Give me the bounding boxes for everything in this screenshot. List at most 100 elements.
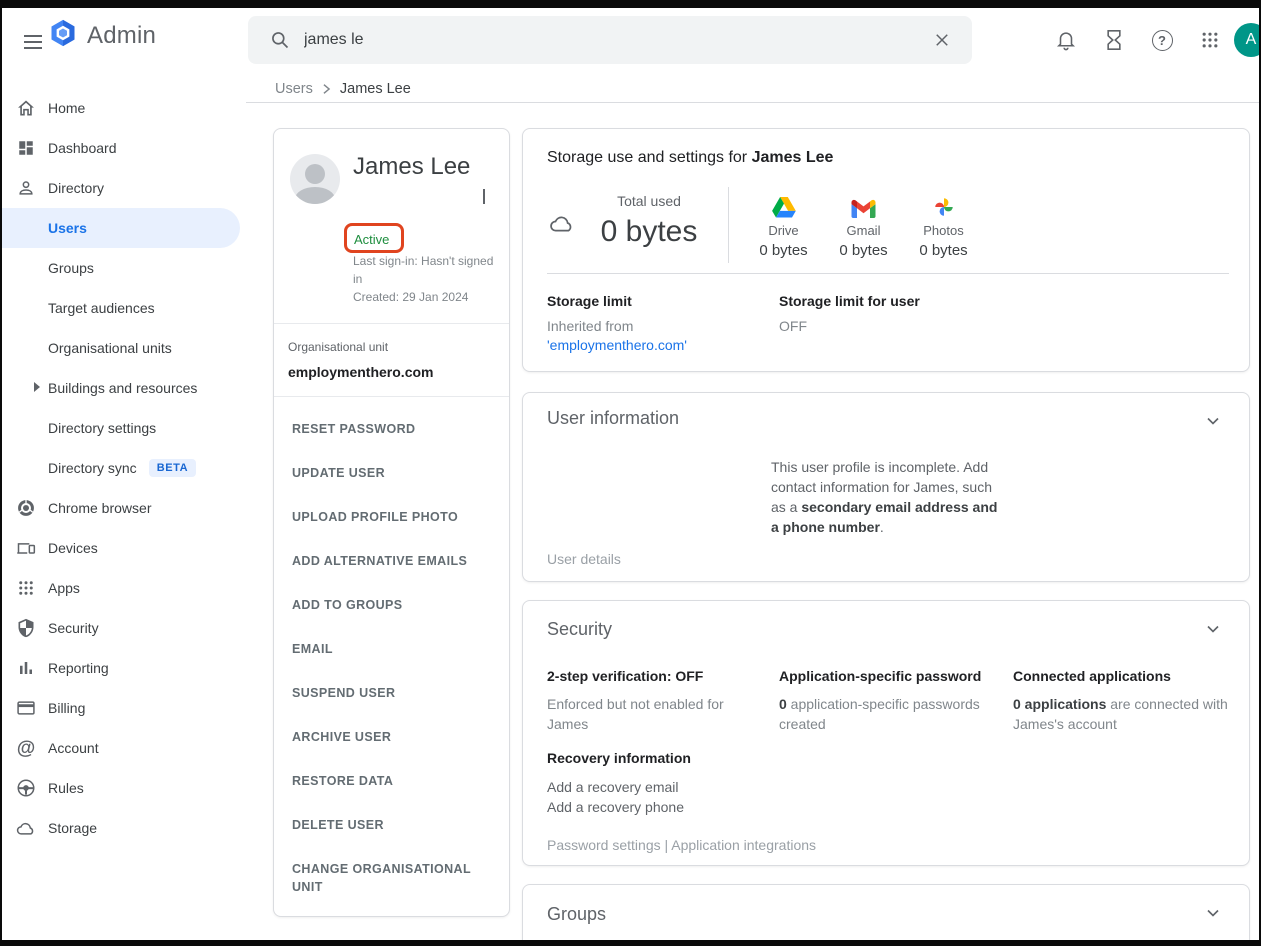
search-input[interactable] <box>304 31 922 49</box>
divider <box>547 273 1229 274</box>
total-used-label: Total used <box>581 193 717 209</box>
bar-chart-icon <box>16 658 36 678</box>
photos-icon <box>909 191 978 219</box>
sidebar-item-billing[interactable]: Billing <box>2 688 240 728</box>
annotation-highlight-box <box>344 223 404 253</box>
archive-user-button[interactable]: ARCHIVE USER <box>274 715 509 759</box>
delete-user-button[interactable]: DELETE USER <box>274 803 509 847</box>
sidebar-item-label: Home <box>48 100 85 116</box>
cloud-icon <box>16 818 36 838</box>
user-name: James Lee <box>353 153 470 181</box>
created-date: Created: 29 Jan 2024 <box>353 288 501 306</box>
sidebar-item-groups[interactable]: Groups <box>2 248 240 288</box>
service-name: Photos <box>909 223 978 238</box>
breadcrumb-divider <box>246 102 1259 103</box>
clear-search-icon[interactable] <box>922 20 962 60</box>
sidebar-item-label: Directory settings <box>48 420 156 436</box>
storage-card-title: Storage use and settings for James Lee <box>547 149 833 167</box>
add-alternative-emails-button[interactable]: ADD ALTERNATIVE EMAILS <box>274 539 509 583</box>
sidebar-item-label: Security <box>48 620 99 636</box>
photos-usage: Photos 0 bytes <box>909 191 978 259</box>
sidebar-item-apps[interactable]: Apps <box>2 568 240 608</box>
dashboard-icon <box>16 138 36 158</box>
app-password-desc: 0 application-specific passwords created <box>779 694 997 734</box>
tasks-hourglass-icon[interactable] <box>1090 16 1138 64</box>
application-integrations-link[interactable]: Application integrations <box>671 837 816 853</box>
last-sign-in: Last sign-in: Hasn't signed in <box>353 252 501 288</box>
expand-arrow-icon[interactable] <box>34 382 40 392</box>
sidebar-item-account[interactable]: @ Account <box>2 728 240 768</box>
user-limit-label: Storage limit for user <box>779 293 1039 309</box>
user-storage-limit-block: Storage limit for user OFF <box>779 293 1039 336</box>
sidebar-item-directory-sync[interactable]: Directory sync BETA <box>2 448 240 488</box>
total-used-block: Total used 0 bytes <box>581 193 717 249</box>
storage-card: Storage use and settings for James Lee T… <box>522 128 1250 372</box>
beta-badge: BETA <box>149 459 197 477</box>
reset-password-button[interactable]: RESET PASSWORD <box>274 407 509 451</box>
sidebar-item-dashboard[interactable]: Dashboard <box>2 128 240 168</box>
apps-grid-icon[interactable] <box>1186 16 1234 64</box>
groups-title: Groups <box>547 904 606 925</box>
wheel-icon <box>16 778 36 798</box>
sidebar-item-directory[interactable]: Directory <box>2 168 240 208</box>
org-unit-label: Organisational unit <box>288 340 388 354</box>
notifications-bell-icon[interactable] <box>1042 16 1090 64</box>
sidebar-item-reporting[interactable]: Reporting <box>2 648 240 688</box>
org-unit-link[interactable]: 'employmenthero.com' <box>547 336 757 355</box>
user-avatar[interactable] <box>290 154 340 204</box>
restore-data-button[interactable]: RESTORE DATA <box>274 759 509 803</box>
sidebar-item-chrome-browser[interactable]: Chrome browser <box>2 488 240 528</box>
topbar-actions: ? <box>1042 16 1234 64</box>
security-title: Security <box>547 619 612 640</box>
sidebar-item-label: Users <box>48 220 87 236</box>
sidebar-item-rules[interactable]: Rules <box>2 768 240 808</box>
sidebar-item-buildings-and-resources[interactable]: Buildings and resources <box>2 368 240 408</box>
security-card: Security 2-step verification: OFF Enforc… <box>522 600 1250 866</box>
org-unit-value: employmenthero.com <box>288 364 433 380</box>
top-app-bar: Admin <box>2 8 1259 72</box>
person-icon <box>16 178 36 198</box>
sidebar-item-devices[interactable]: Devices <box>2 528 240 568</box>
shield-icon <box>16 618 36 638</box>
sidebar-item-security[interactable]: Security <box>2 608 240 648</box>
chevron-down-icon[interactable] <box>1203 619 1223 644</box>
add-to-groups-button[interactable]: ADD TO GROUPS <box>274 583 509 627</box>
add-recovery-email-link[interactable]: Add a recovery email <box>547 777 691 797</box>
sidebar-item-label: Organisational units <box>48 340 172 356</box>
password-settings-link[interactable]: Password settings <box>547 837 661 853</box>
app-password-label: Application-specific password <box>779 667 997 686</box>
change-organisational-unit-button[interactable]: CHANGE ORGANISATIONAL UNIT <box>274 847 509 909</box>
sidebar-item-organisational-units[interactable]: Organisational units <box>2 328 240 368</box>
drive-icon <box>749 191 818 219</box>
screen-edge <box>0 0 1261 8</box>
sidebar-item-home[interactable]: Home <box>2 88 240 128</box>
sidebar-item-directory-settings[interactable]: Directory settings <box>2 408 240 448</box>
add-recovery-phone-link[interactable]: Add a recovery phone <box>547 797 691 817</box>
app-title: Admin <box>87 22 156 50</box>
suspend-user-button[interactable]: SUSPEND USER <box>274 671 509 715</box>
account-avatar[interactable]: A <box>1234 23 1261 57</box>
sidebar-item-users[interactable]: Users <box>2 208 240 248</box>
upload-profile-photo-button[interactable]: UPLOAD PROFILE PHOTO <box>274 495 509 539</box>
user-information-card: User information This user profile is in… <box>522 392 1250 582</box>
sidebar-item-label: Apps <box>48 580 80 596</box>
home-icon <box>16 98 36 118</box>
user-details-link[interactable]: User details <box>547 551 621 567</box>
update-user-button[interactable]: UPDATE USER <box>274 451 509 495</box>
at-icon: @ <box>16 738 36 758</box>
google-admin-logo[interactable]: Admin <box>48 18 156 53</box>
sidebar-item-label: Storage <box>48 820 97 836</box>
security-footer-links: Password settings | Application integrat… <box>547 837 816 853</box>
email-button[interactable]: EMAIL <box>274 627 509 671</box>
chevron-down-icon[interactable] <box>1203 903 1223 928</box>
chevron-down-icon[interactable] <box>1203 411 1223 436</box>
help-icon[interactable]: ? <box>1138 16 1186 64</box>
breadcrumb: Users James Lee <box>275 76 411 102</box>
search-bar[interactable] <box>248 16 972 64</box>
screen-edge <box>0 0 2 946</box>
sidebar-item-target-audiences[interactable]: Target audiences <box>2 288 240 328</box>
breadcrumb-users-link[interactable]: Users <box>275 81 313 97</box>
sidebar-item-storage[interactable]: Storage <box>2 808 240 848</box>
text-cursor <box>483 189 485 204</box>
user-meta: Last sign-in: Hasn't signed in Created: … <box>353 252 501 306</box>
